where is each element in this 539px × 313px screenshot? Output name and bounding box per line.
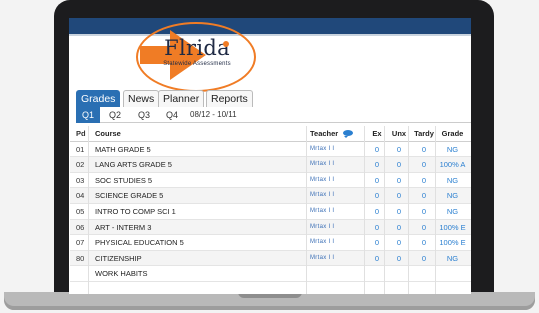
- row-pd: 02: [76, 160, 85, 170]
- quarter-q1[interactable]: Q1: [76, 107, 100, 123]
- row-unx[interactable]: 0: [388, 157, 410, 172]
- table-row: WORK HABITS: [70, 266, 471, 282]
- column-divider: [306, 126, 307, 294]
- header-course: Course: [95, 129, 121, 138]
- header-divider: [69, 34, 471, 36]
- row-tardy[interactable]: 0: [410, 204, 438, 219]
- column-divider: [435, 126, 436, 294]
- row-pd: 05: [76, 207, 85, 216]
- florida-logo-subtitle: Statewide Assessments: [163, 61, 231, 67]
- row-course: SOC STUDIES 5: [95, 175, 153, 185]
- row-teacher-link[interactable]: Mrtax I I: [310, 220, 366, 235]
- row-teacher-link[interactable]: Mrtax I I: [310, 142, 366, 157]
- row-pd: 03: [76, 175, 85, 185]
- header-teacher: Teacher: [310, 126, 366, 141]
- top-header-bar: [69, 18, 471, 34]
- table-row: 80 CITIZENSHIP Mrtax I I 0 0 0 NG: [70, 250, 471, 267]
- table-row: 04 SCIENCE GRADE 5 Mrtax I I 0 0 0 NG: [70, 188, 471, 204]
- row-grade-link[interactable]: NG: [436, 142, 469, 157]
- header-pd: Pd: [76, 129, 86, 138]
- column-divider: [88, 126, 89, 294]
- table-row: 01 MATH GRADE 5 Mrtax I I 0 0 0 NG: [70, 142, 471, 158]
- logo-sun-dot: [223, 41, 229, 47]
- row-teacher-link[interactable]: Mrtax I I: [310, 157, 366, 172]
- row-pd: 06: [76, 222, 85, 232]
- row-grade-link[interactable]: [436, 266, 469, 281]
- chat-bubble-icon[interactable]: [343, 130, 353, 138]
- row-grade-link[interactable]: 100% E: [436, 220, 469, 235]
- row-teacher-link[interactable]: Mrtax I I: [310, 173, 366, 188]
- row-unx[interactable]: 0: [388, 220, 410, 235]
- tab-news[interactable]: News: [123, 90, 160, 107]
- tab-grades[interactable]: Grades: [76, 90, 121, 107]
- header-unx: Unx: [391, 129, 407, 138]
- row-course: MATH GRADE 5: [95, 144, 151, 154]
- row-unx[interactable]: 0: [388, 235, 410, 250]
- row-teacher-link[interactable]: Mrtax I I: [310, 251, 366, 266]
- row-unx[interactable]: 0: [388, 251, 410, 266]
- row-course: LANG ARTS GRADE 5: [95, 160, 172, 170]
- column-divider: [364, 126, 365, 294]
- row-tardy[interactable]: 0: [410, 157, 438, 172]
- row-grade-link[interactable]: NG: [436, 173, 469, 188]
- table-header-row: Pd Course Teacher Ex Unx Tardy Grade: [70, 126, 471, 142]
- quarter-q4[interactable]: Q4: [160, 107, 184, 123]
- column-divider: [384, 126, 385, 294]
- column-divider: [408, 126, 409, 294]
- row-course: INTRO TO COMP SCI 1: [95, 207, 176, 216]
- row-tardy[interactable]: 0: [410, 220, 438, 235]
- row-course: PHYSICAL EDUCATION 5: [95, 238, 184, 248]
- row-unx[interactable]: 0: [388, 204, 410, 219]
- row-tardy[interactable]: 0: [410, 173, 438, 188]
- row-course: CITIZENSHIP: [95, 253, 142, 263]
- row-unx[interactable]: 0: [388, 173, 410, 188]
- row-tardy[interactable]: 0: [410, 235, 438, 250]
- quarter-q3[interactable]: Q3: [132, 107, 156, 123]
- row-grade-link[interactable]: 100% A: [436, 157, 469, 172]
- table-row: 05 INTRO TO COMP SCI 1 Mrtax I I 0 0 0 N…: [70, 204, 471, 220]
- row-pd: 07: [76, 238, 85, 248]
- quarter-q2[interactable]: Q2: [103, 107, 127, 123]
- row-grade-link[interactable]: 100% E: [436, 235, 469, 250]
- tab-planner[interactable]: Planner: [158, 90, 205, 107]
- row-teacher-link[interactable]: Mrtax I I: [310, 188, 366, 203]
- tab-reports[interactable]: Reports: [206, 90, 253, 107]
- date-range: 08/12 - 10/11: [190, 110, 237, 119]
- row-tardy[interactable]: 0: [410, 188, 438, 203]
- row-course: ART - INTERM 3: [95, 222, 152, 232]
- row-tardy[interactable]: [410, 266, 438, 281]
- table-row: 03 SOC STUDIES 5 Mrtax I I 0 0 0 NG: [70, 173, 471, 189]
- header-teacher-label: Teacher: [310, 129, 339, 138]
- table-row: 07 PHYSICAL EDUCATION 5 Mrtax I I 0 0 0 …: [70, 235, 471, 251]
- row-teacher-link[interactable]: Mrtax I I: [310, 235, 366, 250]
- row-course: SCIENCE GRADE 5: [95, 191, 164, 201]
- row-grade-link[interactable]: NG: [436, 204, 469, 219]
- row-tardy[interactable]: 0: [410, 142, 438, 157]
- row-unx[interactable]: [388, 266, 410, 281]
- row-course: WORK HABITS: [95, 269, 148, 279]
- row-pd: [76, 266, 94, 281]
- row-pd: 80: [76, 253, 85, 263]
- row-unx[interactable]: 0: [388, 188, 410, 203]
- row-teacher-link[interactable]: Mrtax I I: [310, 204, 366, 219]
- row-grade-link[interactable]: NG: [436, 188, 469, 203]
- florida-logo-wordmark: Flrida: [164, 36, 230, 60]
- header-tardy: Tardy: [414, 129, 434, 138]
- row-grade-link[interactable]: NG: [436, 251, 469, 266]
- table-row: 06 ART - INTERM 3 Mrtax I I 0 0 0 100% E: [70, 219, 471, 236]
- row-unx[interactable]: 0: [388, 142, 410, 157]
- header-grade: Grade: [441, 129, 464, 138]
- row-pd: 04: [76, 191, 85, 201]
- row-pd: 01: [76, 144, 85, 154]
- row-tardy[interactable]: 0: [410, 251, 438, 266]
- row-teacher-link[interactable]: [310, 266, 366, 281]
- table-row: 02 LANG ARTS GRADE 5 Mrtax I I 0 0 0 100…: [70, 157, 471, 173]
